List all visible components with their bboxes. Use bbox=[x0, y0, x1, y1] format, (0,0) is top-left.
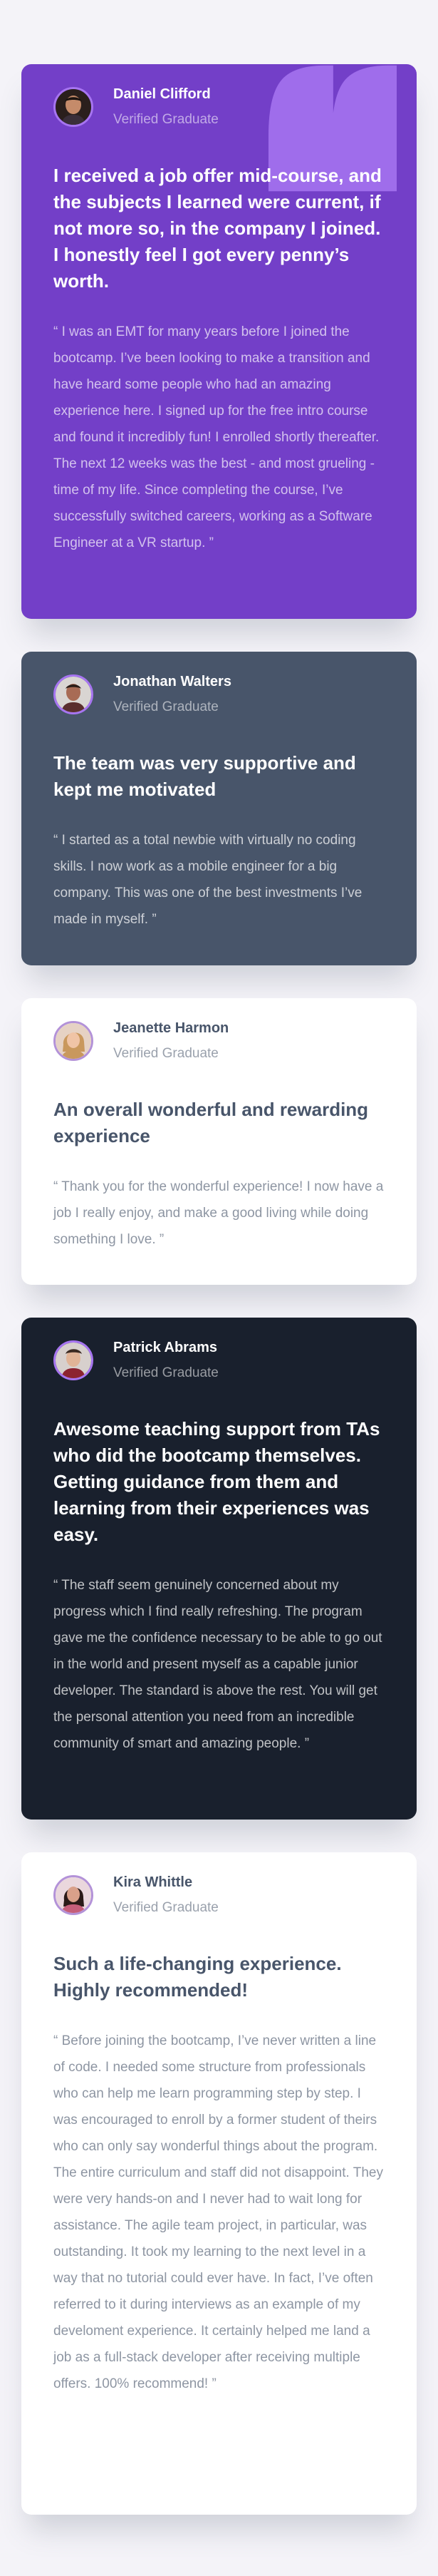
author-name: Kira Whittle bbox=[113, 1874, 193, 1890]
author-name: Patrick Abrams bbox=[113, 1340, 217, 1355]
testimonial-card-kira-whittle: Kira Whittle Verified Graduate Such a li… bbox=[21, 1852, 417, 2515]
author-meta: Jonathan Walters Verified Graduate bbox=[113, 672, 231, 717]
author-status: Verified Graduate bbox=[113, 112, 219, 127]
avatar-patrick-abrams bbox=[56, 1343, 91, 1378]
testimonial-card-jonathan-walters: Jonathan Walters Verified Graduate The t… bbox=[21, 652, 417, 965]
avatar bbox=[53, 1021, 93, 1061]
author-name: Jeanette Harmon bbox=[113, 1020, 229, 1036]
testimonial-header: Patrick Abrams Verified Graduate bbox=[53, 1340, 384, 1380]
avatar bbox=[53, 1340, 93, 1380]
avatar bbox=[53, 1875, 93, 1915]
avatar-daniel-clifford bbox=[56, 89, 91, 125]
avatar-jeanette-harmon bbox=[56, 1023, 91, 1059]
author-meta: Kira Whittle Verified Graduate bbox=[113, 1872, 219, 1918]
author-status: Verified Graduate bbox=[113, 699, 219, 714]
avatar-jonathan-walters bbox=[56, 677, 91, 712]
author-meta: Daniel Clifford Verified Graduate bbox=[113, 84, 219, 130]
testimonial-card-jeanette-harmon: Jeanette Harmon Verified Graduate An ove… bbox=[21, 998, 417, 1285]
avatar bbox=[53, 87, 93, 127]
testimonial-body: “ I started as a total newbie with virtu… bbox=[53, 833, 363, 927]
author-meta: Jeanette Harmon Verified Graduate bbox=[113, 1018, 229, 1064]
testimonial-header: Jonathan Walters Verified Graduate bbox=[53, 674, 384, 714]
testimonial-card-patrick-abrams: Patrick Abrams Verified Graduate Awesome… bbox=[21, 1318, 417, 1820]
author-status: Verified Graduate bbox=[113, 1046, 219, 1061]
testimonial-headline: Such a life-changing experience. Highly … bbox=[53, 1953, 342, 2001]
testimonial-headline: The team was very supportive and kept me… bbox=[53, 752, 356, 800]
testimonial-body: “ The staff seem genuinely concerned abo… bbox=[53, 1578, 382, 1751]
testimonial-body: “ I was an EMT for many years before I j… bbox=[53, 324, 380, 550]
testimonial-headline: Awesome teaching support from TAs who di… bbox=[53, 1418, 380, 1545]
author-status: Verified Graduate bbox=[113, 1365, 219, 1380]
testimonial-card-daniel-clifford: Daniel Clifford Verified Graduate I rece… bbox=[21, 64, 417, 619]
testimonial-body: “ Before joining the bootcamp, I’ve neve… bbox=[53, 2033, 383, 2391]
author-meta: Patrick Abrams Verified Graduate bbox=[113, 1338, 219, 1383]
testimonial-header: Daniel Clifford Verified Graduate bbox=[53, 84, 384, 130]
avatar-kira-whittle bbox=[56, 1877, 91, 1913]
testimonial-header: Kira Whittle Verified Graduate bbox=[53, 1872, 384, 1918]
testimonial-header: Jeanette Harmon Verified Graduate bbox=[53, 1018, 384, 1064]
testimonial-headline: An overall wonderful and rewarding exper… bbox=[53, 1099, 369, 1146]
author-name: Daniel Clifford bbox=[113, 86, 211, 102]
testimonial-headline: I received a job offer mid-course, and t… bbox=[53, 165, 382, 292]
author-name: Jonathan Walters bbox=[113, 674, 231, 689]
testimonial-body: “ Thank you for the wonderful experience… bbox=[53, 1179, 384, 1247]
author-status: Verified Graduate bbox=[113, 1900, 219, 1915]
avatar bbox=[53, 674, 93, 714]
